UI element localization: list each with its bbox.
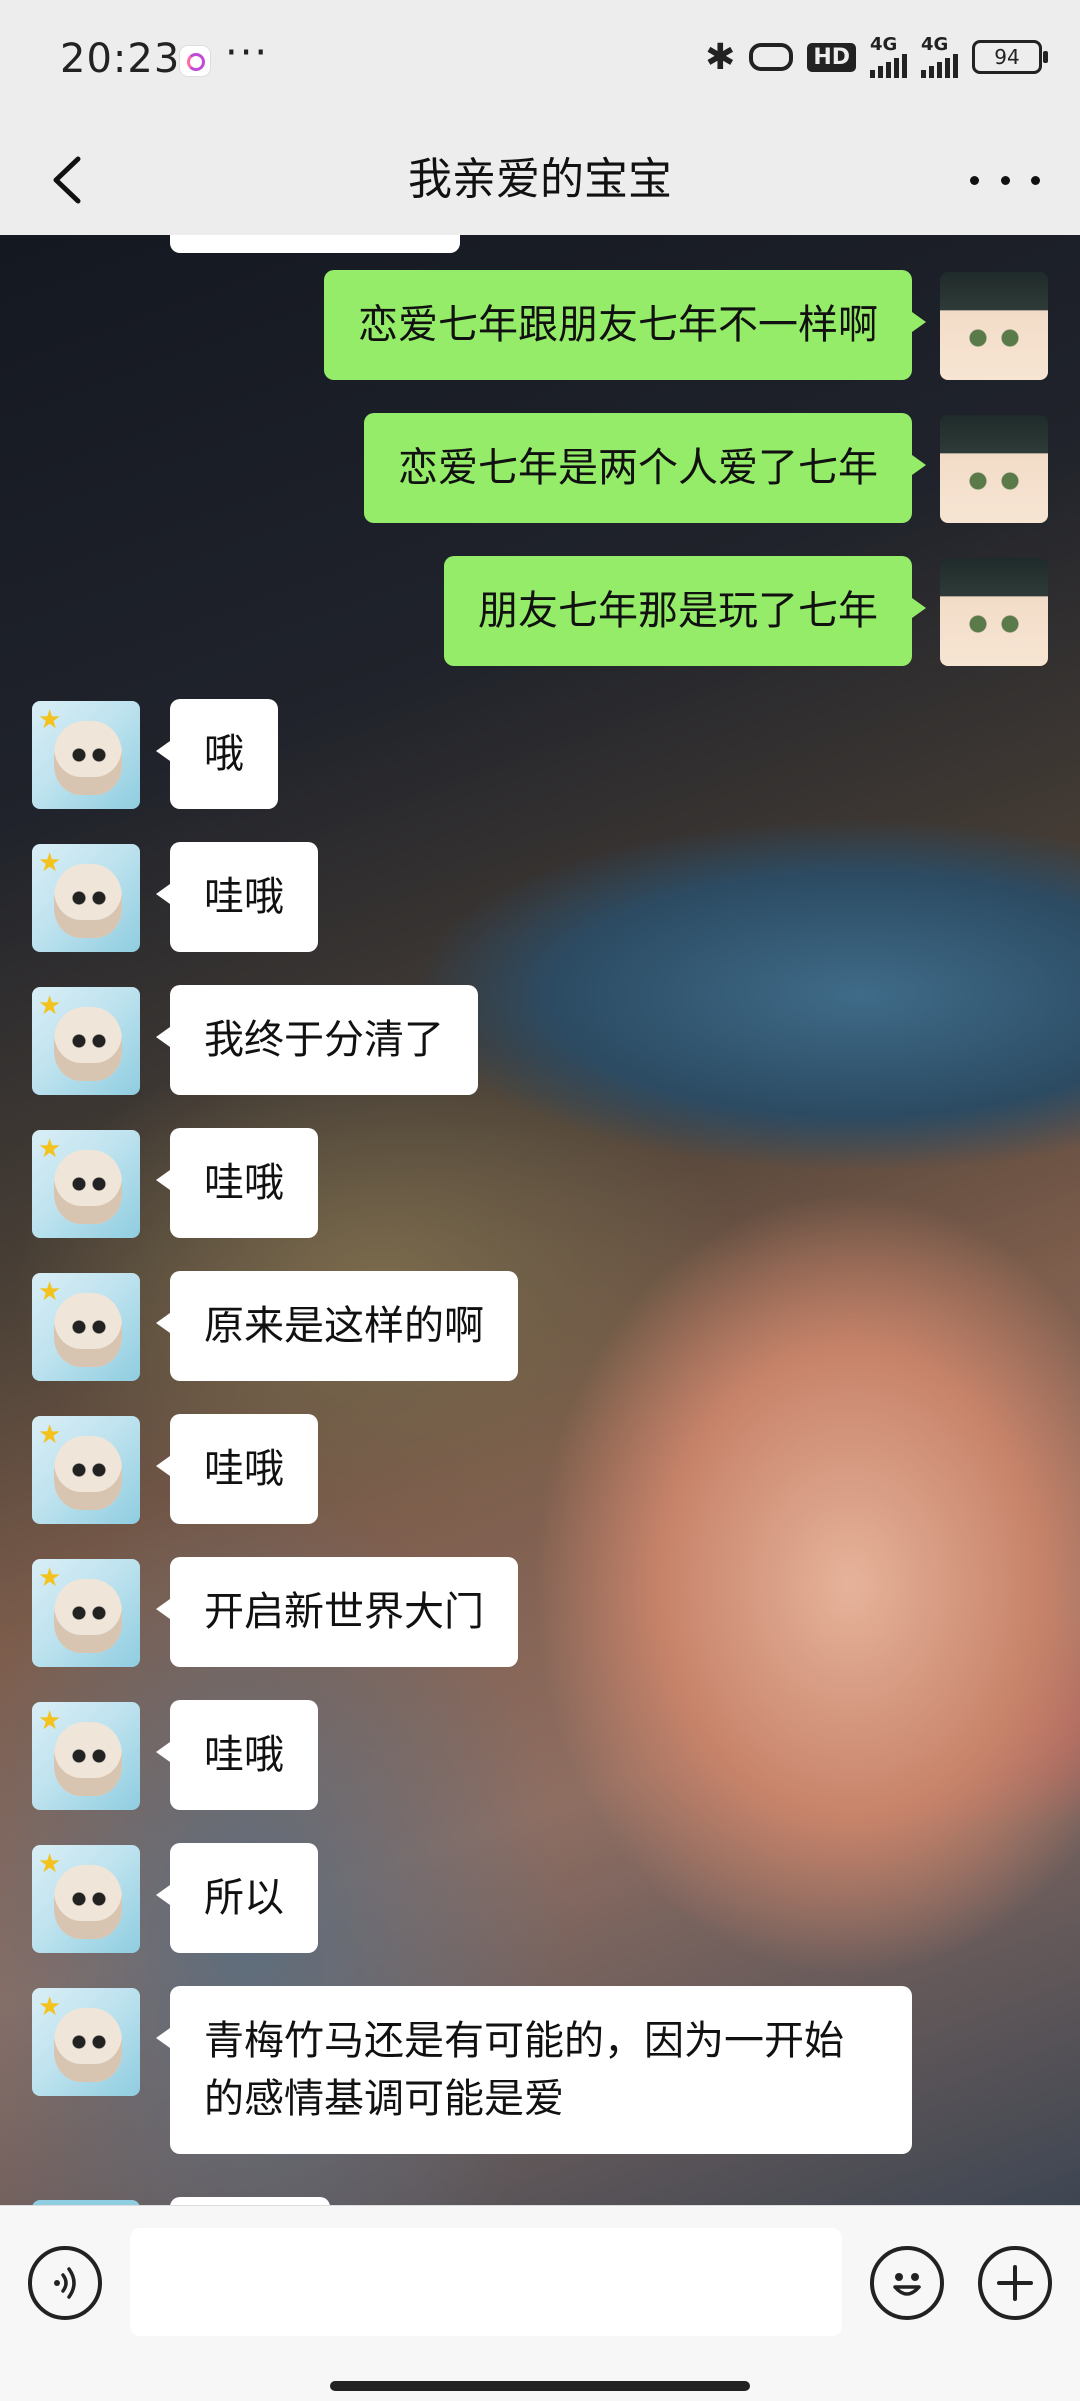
status-more-icon: ···	[225, 30, 270, 76]
chat-title: 我亲爱的宝宝	[408, 154, 672, 205]
home-indicator[interactable]	[330, 2381, 750, 2391]
message-bubble-received[interactable]: 开启新世界大门	[156, 1557, 518, 1667]
contact-avatar[interactable]: ★	[32, 1845, 140, 1953]
message-input-bar	[0, 2205, 1080, 2401]
status-bar: 20:23 ··· ✱ HD 4G 4G 94	[0, 0, 1080, 125]
more-functions-button[interactable]	[978, 2246, 1052, 2320]
contact-avatar[interactable]: ★	[32, 987, 140, 1095]
my-avatar[interactable]	[940, 272, 1048, 380]
battery-indicator: 94	[972, 40, 1048, 74]
message-bubble-received[interactable]: 哇哦	[156, 842, 318, 952]
star-icon: ★	[38, 705, 62, 735]
contact-avatar[interactable]: ★	[32, 1416, 140, 1524]
status-time: 20:23	[60, 36, 181, 82]
emoji-icon	[893, 2273, 921, 2296]
message-bubble-received[interactable]: 所以	[156, 1843, 318, 1953]
message-bubble-received[interactable]: 哇哦	[156, 1700, 318, 1810]
network-type-2: 4G	[921, 34, 949, 55]
star-icon: ★	[38, 1277, 62, 1307]
message-bubble-sent[interactable]: 朋友七年那是玩了七年	[444, 556, 926, 666]
partial-message-bubble	[170, 2197, 330, 2205]
hd-badge: HD	[807, 42, 856, 72]
signal-2: 4G	[921, 36, 958, 78]
chat-message-list[interactable]: 恋爱七年跟朋友七年不一样啊 恋爱七年是两个人爱了七年 朋友七年那是玩了七年 ★ …	[0, 235, 1080, 2205]
message-bubble-received[interactable]: 哦	[156, 699, 278, 809]
back-button[interactable]	[34, 145, 104, 215]
star-icon: ★	[38, 848, 62, 878]
contact-avatar[interactable]: ★	[32, 1702, 140, 1810]
star-icon: ★	[38, 1849, 62, 1879]
my-avatar[interactable]	[940, 415, 1048, 523]
app-notification-icon	[180, 46, 210, 76]
network-type-1: 4G	[870, 34, 898, 55]
message-bubble-sent[interactable]: 恋爱七年是两个人爱了七年	[364, 413, 926, 523]
star-icon: ★	[38, 991, 62, 1021]
contact-avatar[interactable]: ★	[32, 1988, 140, 2096]
contact-avatar[interactable]: ★	[32, 701, 140, 809]
voice-icon	[54, 2267, 76, 2299]
emoji-button[interactable]	[870, 2246, 944, 2320]
message-bubble-received[interactable]: 原来是这样的啊	[156, 1271, 518, 1381]
contact-avatar[interactable]: ★	[32, 844, 140, 952]
more-options-button[interactable]	[970, 155, 1040, 205]
star-icon: ★	[38, 1992, 62, 2022]
contact-avatar[interactable]: ★	[32, 1130, 140, 1238]
status-right: ✱ HD 4G 4G 94	[705, 36, 1048, 78]
signal-1: 4G	[870, 36, 907, 78]
voice-input-button[interactable]	[28, 2246, 102, 2320]
star-icon: ★	[38, 1563, 62, 1593]
star-icon: ★	[38, 1706, 62, 1736]
my-avatar[interactable]	[940, 558, 1048, 666]
message-bubble-received[interactable]: 哇哦	[156, 1128, 318, 1238]
chat-header: 我亲爱的宝宝	[0, 125, 1080, 235]
message-bubble-received[interactable]: 哇哦	[156, 1414, 318, 1524]
message-bubble-received[interactable]: 我终于分清了	[156, 985, 478, 1095]
bluetooth-icon: ✱	[705, 36, 736, 78]
signal-bars-1-icon	[870, 54, 907, 78]
message-bubble-received[interactable]: 青梅竹马还是有可能的，因为一开始的感情基调可能是爱	[156, 1986, 912, 2154]
plus-icon	[997, 2265, 1033, 2301]
message-text-field[interactable]	[130, 2228, 842, 2336]
contact-avatar[interactable]: ★	[32, 1559, 140, 1667]
message-bubble-sent[interactable]: 恋爱七年跟朋友七年不一样啊	[324, 270, 926, 380]
signal-bars-2-icon	[921, 54, 958, 78]
more-dots-icon	[970, 175, 979, 185]
link-icon	[749, 43, 794, 71]
star-icon: ★	[38, 1420, 62, 1450]
chevron-left-icon	[53, 156, 81, 204]
contact-avatar[interactable]: ★	[32, 1273, 140, 1381]
star-icon: ★	[38, 1134, 62, 1164]
partial-message-bubble	[170, 235, 460, 253]
